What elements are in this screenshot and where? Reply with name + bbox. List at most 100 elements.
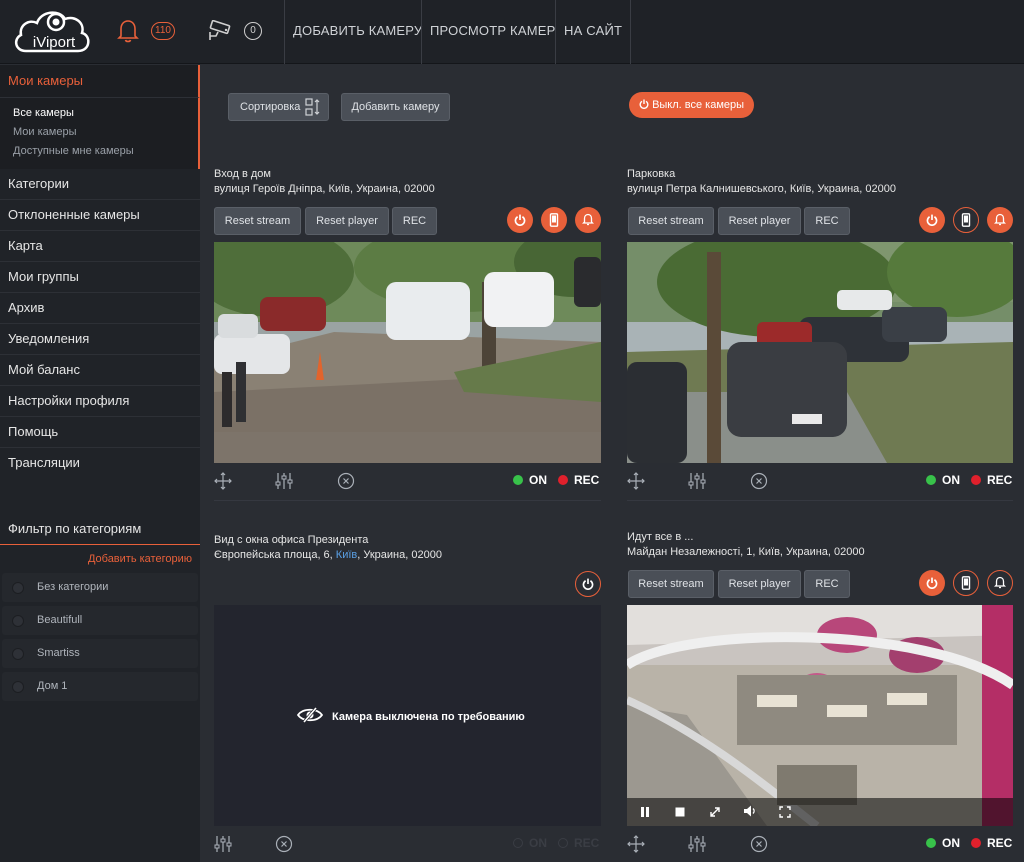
alert-button[interactable] [987,207,1013,233]
category-label: Beautifull [37,614,83,626]
category-filter-item[interactable]: Дом 1 [2,672,198,701]
settings-sliders-icon[interactable] [688,472,706,495]
reset-stream-button[interactable]: Reset stream [628,570,714,598]
sidebar-item-notifications[interactable]: Уведомления [0,324,200,355]
category-filter-item[interactable]: Beautifull [2,606,198,635]
bell-icon [581,213,595,226]
sidebar-item-profile-settings[interactable]: Настройки профиля [0,386,200,417]
video-stream-2[interactable] [627,242,1013,463]
power-icon [926,577,938,590]
camera-name: Парковка [627,168,676,180]
on-indicator-led [513,474,523,485]
settings-sliders-icon[interactable] [275,472,293,495]
settings-sliders-icon[interactable] [688,835,706,858]
reset-player-button[interactable]: Reset player [305,207,389,235]
video-stream-1[interactable] [214,242,601,463]
rec-status-label: REC [987,473,1013,487]
cameras-count-badge: 0 [244,22,262,40]
move-icon[interactable] [627,835,645,858]
power-button[interactable] [575,571,601,597]
mobile-button[interactable] [541,207,567,233]
move-icon[interactable] [214,472,232,495]
divider [627,500,1013,501]
category-filter-item[interactable]: Smartiss [2,639,198,668]
category-filter-title: Фильтр по категориям [0,511,200,545]
divider [214,500,601,501]
on-status: ON [926,836,960,850]
nav-view-cameras[interactable]: ПРОСМОТР КАМЕР [421,0,563,64]
disable-all-label: Выкл. все камеры [652,99,745,111]
camera-name: Вход в дом [214,168,271,180]
mobile-button[interactable] [953,207,979,233]
submenu-shared-cameras[interactable]: Доступные мне камеры [13,142,198,161]
radio-dot-icon [12,681,24,693]
sidebar-item-broadcasts[interactable]: Трансляции [0,448,200,479]
camera-name: Вид с окна офиса Президента [214,534,369,546]
cctv-camera-icon[interactable] [206,19,234,47]
video-stream-4[interactable] [627,605,1013,826]
nav-add-camera[interactable]: ДОБАВИТЬ КАМЕРУ [284,0,430,64]
alert-button[interactable] [987,570,1013,596]
nav-to-site[interactable]: НА САЙТ [555,0,632,64]
rec-button[interactable]: REC [392,207,437,235]
sidebar-item-help[interactable]: Помощь [0,417,200,448]
reset-player-button[interactable]: Reset player [718,570,801,598]
category-label: Smartiss [37,647,80,659]
camera-address: вулиця Героїв Дніпра, Київ, Украина, 020… [214,183,435,195]
alert-button[interactable] [575,207,601,233]
rec-indicator-led [971,837,981,848]
rec-status-label: REC [987,836,1013,850]
sidebar-item-archive[interactable]: Архив [0,293,200,324]
sort-icon [305,98,323,126]
camera-card-2-header: Парковка вулиця Петра Калнишевського, Ки… [627,167,896,197]
close-circle-icon[interactable] [750,835,768,858]
reset-stream-button[interactable]: Reset stream [214,207,301,235]
sidebar-item-groups[interactable]: Мои группы [0,262,200,293]
top-header: iViport 110 0 ДОБАВИТЬ КАМЕРУ ПРОСМОТР К… [0,0,1024,64]
move-icon[interactable] [627,472,645,495]
reset-player-button[interactable]: Reset player [718,207,801,235]
close-circle-icon[interactable] [750,472,768,495]
collapse-icon[interactable] [709,805,721,823]
close-circle-icon[interactable] [275,835,293,858]
sidebar-my-cameras[interactable]: Мои камеры [0,65,200,97]
bell-icon[interactable] [116,18,140,49]
pause-icon[interactable] [639,805,651,823]
mobile-button[interactable] [953,570,979,596]
sidebar-item-categories[interactable]: Категории [0,169,200,200]
on-status: ON [926,473,960,487]
camera-name: Идут все в ... [627,531,694,543]
stop-icon[interactable] [674,805,686,823]
power-button[interactable] [919,207,945,233]
volume-icon[interactable] [743,804,757,823]
close-circle-icon[interactable] [337,472,355,495]
bell-icon [993,213,1007,226]
power-button[interactable] [919,570,945,596]
category-label: Дом 1 [37,680,68,692]
on-status-disabled: ON [513,836,547,850]
category-filter-item[interactable]: Без категории [2,573,198,602]
rec-button[interactable]: REC [804,207,850,235]
settings-sliders-icon[interactable] [214,835,232,858]
iviport-logo[interactable]: iViport [12,5,92,57]
sort-button[interactable]: Сортировка [228,93,329,121]
rec-status-disabled: REC [558,836,599,850]
eye-off-icon [296,707,324,723]
sidebar-item-balance[interactable]: Мой баланс [0,355,200,386]
sort-label: Сортировка [240,101,301,113]
logo-text: iViport [33,34,76,51]
add-camera-button[interactable]: Добавить камеру [341,93,450,121]
disable-all-cameras-button[interactable]: Выкл. все камеры [629,92,755,118]
fullscreen-icon[interactable] [779,805,791,823]
reset-stream-button[interactable]: Reset stream [628,207,714,235]
sidebar-item-rejected-cameras[interactable]: Отклоненные камеры [0,200,200,231]
power-icon [926,214,938,227]
add-category-link[interactable]: Добавить категорию [0,545,200,573]
power-button[interactable] [507,207,533,233]
submenu-my-cameras[interactable]: Мои камеры [13,123,198,142]
submenu-all-cameras[interactable]: Все камеры [13,104,198,123]
rec-indicator-led [558,474,568,485]
rec-button[interactable]: REC [804,570,850,598]
power-icon [639,99,649,109]
sidebar-item-map[interactable]: Карта [0,231,200,262]
